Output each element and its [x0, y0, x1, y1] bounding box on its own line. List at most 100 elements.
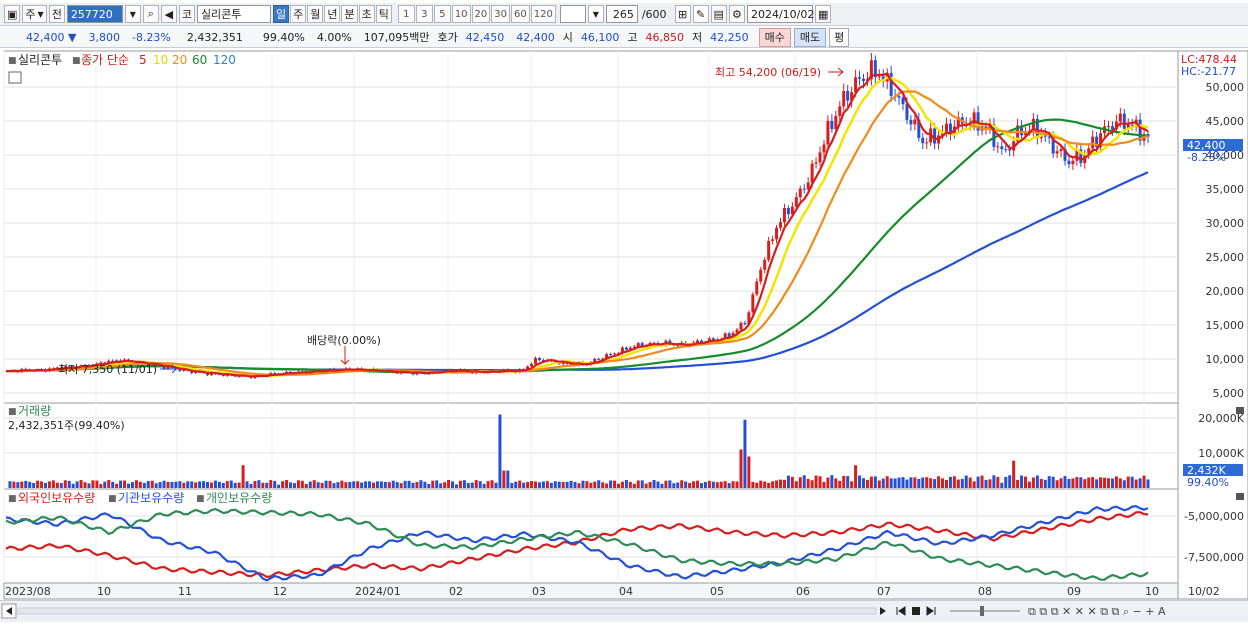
scrollbar[interactable]: [17, 607, 877, 615]
speaker-icon[interactable]: ◀: [160, 5, 177, 23]
window-icons[interactable]: ⧉ ⧉ ⧉ ✕ ✕ ✕ ⧉ ⧉ ⌕ − + A: [1028, 605, 1166, 618]
volume: 2,432,351: [186, 30, 243, 44]
market-select[interactable]: 주 ▼: [22, 5, 47, 23]
tab-period[interactable]: 년: [324, 5, 341, 23]
tab-period[interactable]: 초: [358, 5, 375, 23]
volume-bar: [447, 480, 451, 488]
prev-day-button[interactable]: 전: [48, 5, 65, 23]
evaluate-button[interactable]: 평: [829, 27, 850, 47]
candle-body: [846, 90, 850, 101]
first-icon[interactable]: [896, 606, 906, 616]
volume-bar: [419, 480, 423, 488]
code-dropdown-button[interactable]: ▼: [124, 5, 141, 23]
tab-period[interactable]: 틱: [375, 5, 392, 23]
count-input[interactable]: 265: [605, 5, 638, 23]
tab-interval[interactable]: 3: [415, 5, 433, 23]
zoom-handle[interactable]: [980, 606, 984, 616]
x-tick-label: 02: [449, 585, 463, 598]
volume-bar: [87, 483, 91, 488]
stock-name-field[interactable]: 실리콘투: [196, 5, 271, 23]
volume-bar: [336, 482, 340, 488]
candle-body: [775, 227, 779, 240]
scroll-controls[interactable]: ⧉ ⧉ ⧉ ✕ ✕ ✕ ⧉ ⧉ ⌕ − + A: [0, 601, 1248, 622]
volume-bar: [976, 476, 980, 488]
volume-bar: [956, 479, 960, 488]
volume-title: 거래량: [18, 404, 51, 418]
high-price: 46,850: [645, 30, 685, 44]
volume-bar: [474, 480, 478, 488]
tab-interval[interactable]: 30: [491, 5, 511, 23]
volume-bar: [652, 479, 656, 488]
individual-holdings-label: 개인보유수량: [206, 491, 272, 505]
volume-bar: [834, 478, 838, 488]
volume-bar: [47, 481, 51, 488]
tab-period[interactable]: 일: [272, 5, 290, 23]
volume-bar: [1059, 478, 1063, 488]
stock-chart[interactable]: 5,000 10,000 15,000 20,000 25,000 30,000 35,00…: [0, 49, 1248, 600]
volume-bar: [699, 483, 703, 488]
volume-bar: [253, 481, 257, 488]
date-input[interactable]: 2024/10/02: [746, 5, 814, 23]
search-icon[interactable]: ⌕: [142, 5, 159, 23]
candle-body: [794, 197, 798, 207]
volume-bar: [526, 481, 530, 488]
volume-bar: [415, 482, 419, 488]
x-tick-label: 10/02: [1188, 585, 1220, 598]
scroll-right-icon[interactable]: [880, 607, 886, 615]
tab-interval[interactable]: 60: [511, 5, 530, 23]
calendar-icon[interactable]: ▦: [814, 5, 832, 23]
volume-bar: [383, 481, 387, 488]
volume-bar: [454, 484, 458, 488]
volume-bar: [300, 480, 304, 488]
tab-interval[interactable]: 120: [530, 5, 556, 23]
volume-bar: [553, 481, 557, 488]
sell-button[interactable]: 매도: [793, 27, 827, 47]
buy-button[interactable]: 매수: [758, 27, 791, 47]
low-label: 저: [692, 31, 703, 44]
volume-bar: [573, 481, 577, 488]
tab-period[interactable]: 주: [290, 5, 307, 23]
tab-period[interactable]: 분: [341, 5, 358, 23]
tab-period[interactable]: 월: [307, 5, 324, 23]
volume-bar: [893, 478, 897, 488]
volume-bar: [221, 483, 225, 488]
tab-interval[interactable]: 20: [471, 5, 491, 23]
open-label: 시: [562, 31, 573, 44]
volume-bar: [644, 483, 648, 488]
candle-body: [798, 188, 802, 198]
last-icon[interactable]: [926, 606, 936, 616]
volume-bar: [703, 482, 707, 488]
gear-icon[interactable]: ⚙: [728, 5, 745, 23]
volume-bar: [822, 481, 826, 488]
volume-bar: [237, 482, 241, 488]
volume-bar: [435, 480, 439, 488]
volume-bar: [577, 483, 581, 488]
volume-bar: [937, 476, 941, 488]
tools-icon[interactable]: ✎: [692, 5, 709, 23]
volume-bar: [1118, 478, 1122, 488]
interval-dropdown[interactable]: ▼: [587, 5, 604, 23]
volume-bar: [794, 481, 798, 488]
grid-toggle-icon[interactable]: [8, 71, 22, 84]
minimize-icon[interactable]: [1236, 407, 1244, 414]
candle-body: [1106, 126, 1110, 128]
volume-bar: [190, 481, 194, 488]
layout-icon[interactable]: ▣: [4, 5, 21, 23]
minimize-icon[interactable]: [1236, 493, 1244, 500]
open-price: 46,100: [580, 30, 620, 44]
volume-bar: [1103, 477, 1107, 488]
save-icon[interactable]: ▤: [710, 5, 727, 23]
volume-bar: [146, 481, 150, 488]
custom-interval-input[interactable]: [559, 5, 586, 23]
volume-bar: [889, 478, 893, 488]
volume-bar: [534, 481, 538, 488]
candle-style-icon[interactable]: ⊞: [674, 5, 691, 23]
volume-bar: [162, 480, 166, 488]
volume-bar: [782, 479, 786, 488]
stop-icon[interactable]: [912, 607, 920, 615]
tab-interval[interactable]: 5: [433, 5, 451, 23]
tab-interval[interactable]: 1: [397, 5, 415, 23]
stock-code-input[interactable]: 257720: [66, 5, 123, 23]
tab-interval[interactable]: 10: [451, 5, 471, 23]
volume-bar: [609, 480, 613, 488]
